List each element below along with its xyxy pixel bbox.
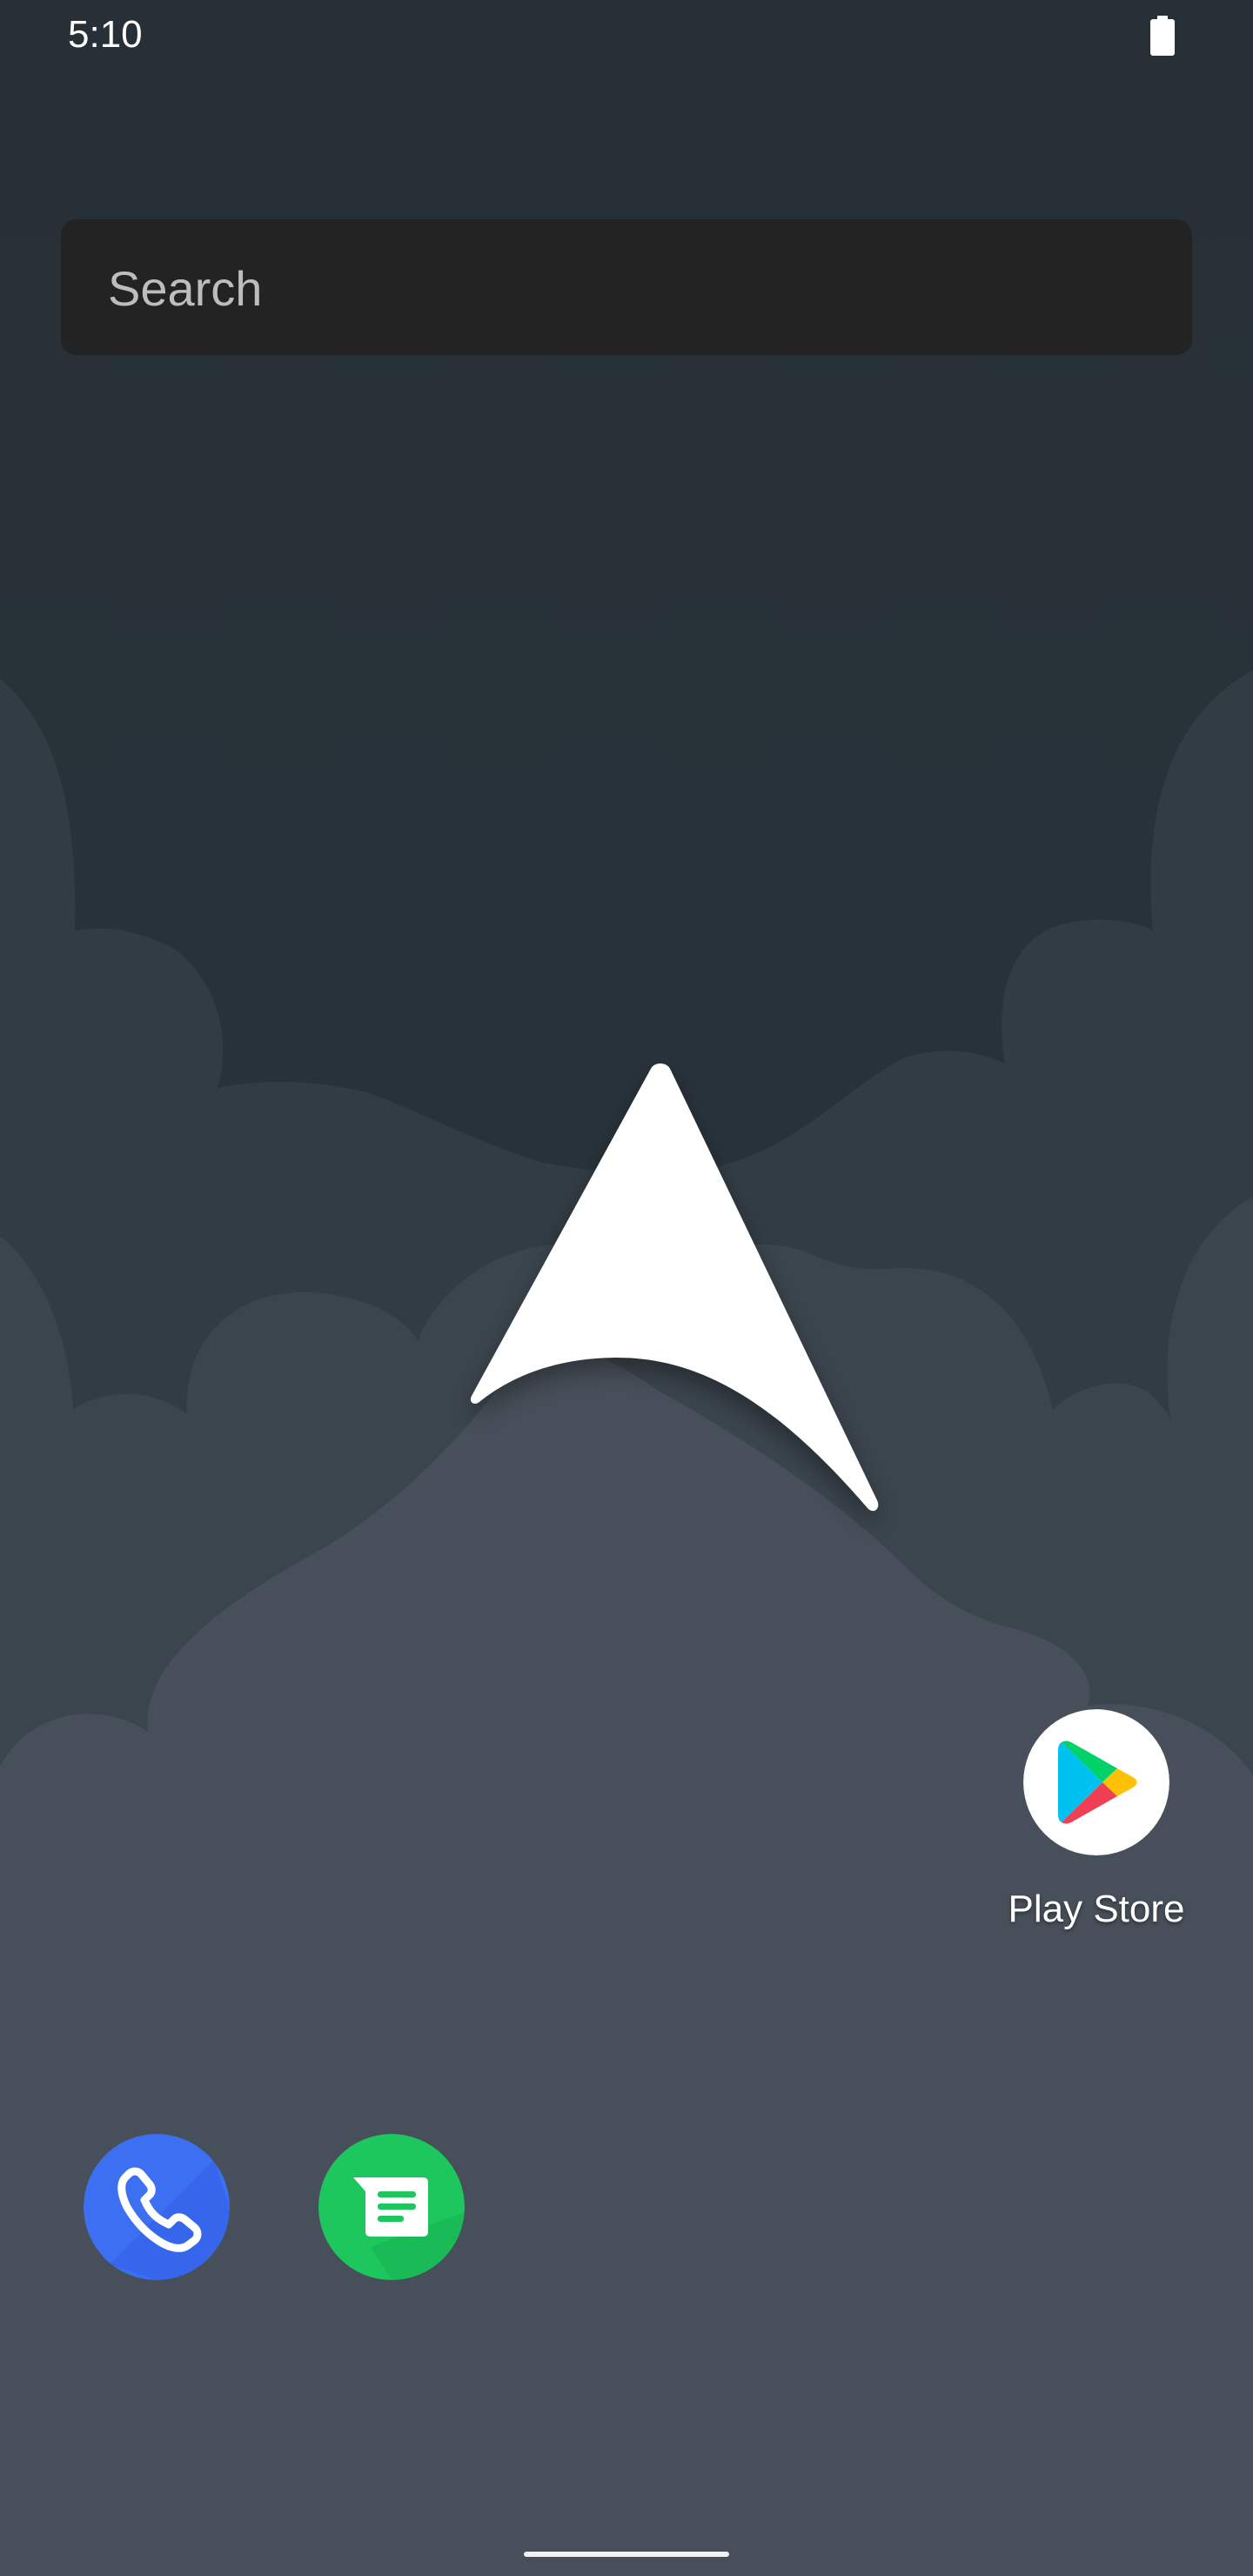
status-time: 5:10 — [68, 13, 143, 56]
search-placeholder: Search — [108, 261, 263, 316]
phone-icon[interactable] — [84, 2134, 230, 2280]
battery-icon — [1150, 16, 1175, 56]
messages-icon[interactable] — [318, 2134, 465, 2280]
play-store-label[interactable]: Play Store — [992, 1887, 1201, 1932]
search-bar[interactable]: Search — [61, 219, 1192, 355]
play-store-icon[interactable] — [1023, 1709, 1169, 1855]
navigation-handle[interactable] — [524, 2552, 729, 2557]
home-screen: 5:10 Search Play Store — [0, 0, 1253, 2576]
status-bar: 5:10 — [0, 0, 1253, 73]
